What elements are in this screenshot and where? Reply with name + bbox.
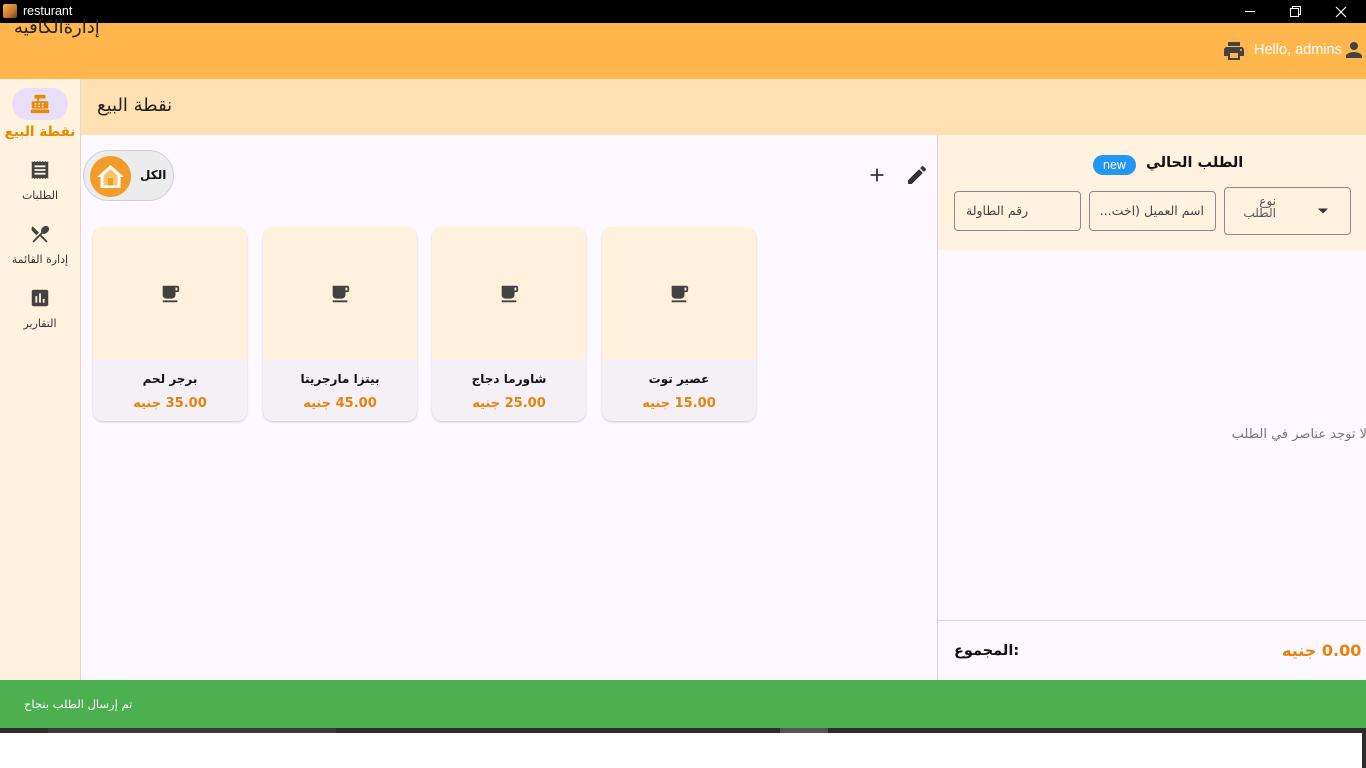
navigation-rail: نقطة البيع الطلبات إدارة القائمة التقاري… — [0, 79, 81, 680]
product-price: 15.00 جنيه — [642, 396, 716, 411]
taskbar-segment — [48, 728, 336, 733]
table-number-field[interactable]: رقم الطاولة — [954, 191, 1081, 231]
add-icon[interactable] — [866, 164, 888, 186]
coffee-cup-icon — [332, 285, 350, 303]
taskbar-segment — [828, 728, 1362, 733]
close-icon[interactable] — [1318, 0, 1364, 23]
app-logo-icon — [3, 4, 17, 18]
table-number-placeholder: رقم الطاولة — [966, 203, 1029, 218]
sidebar-item-label: الطلبات — [21, 189, 59, 202]
restore-icon[interactable] — [1272, 0, 1318, 23]
product-image — [432, 227, 586, 359]
category-label: الكل — [140, 168, 167, 182]
coffee-cup-icon — [671, 285, 689, 303]
taskbar-strip — [0, 728, 1366, 768]
product-name: برجر لحم — [142, 372, 198, 386]
product-name: شاورما دجاج — [471, 372, 547, 386]
user-greeting: Hello, admins — [1254, 42, 1342, 58]
home-icon — [97, 165, 124, 188]
order-header: الطلب الحالي new نوع الطلب ...اسم العميل… — [938, 135, 1366, 250]
minimize-icon[interactable] — [1227, 0, 1273, 23]
reports-icon — [31, 289, 49, 307]
empty-order-message: لا توجد عناصر في الطلب — [1231, 427, 1366, 442]
taskbar-segment — [0, 728, 48, 733]
products-area: الكل عصير توت 15.00 جنيه شاورما دجاج 25.… — [81, 135, 938, 680]
sidebar-item-label: نقطة البيع — [4, 124, 76, 140]
product-card[interactable]: عصير توت 15.00 جنيه — [602, 227, 756, 421]
printer-icon[interactable] — [1222, 39, 1246, 63]
taskbar-segment — [780, 728, 828, 733]
category-avatar — [90, 156, 131, 197]
coffee-cup-icon — [501, 285, 519, 303]
coffee-cup-icon — [162, 285, 180, 303]
cash-register-icon — [30, 94, 50, 114]
order-title: الطلب الحالي — [1146, 155, 1244, 171]
product-name: بيتزا مارجريتا — [300, 372, 380, 386]
chevron-down-icon — [1318, 208, 1328, 214]
sidebar-item-label: إدارة القائمة — [11, 253, 69, 266]
snackbar-message: تم إرسال الطلب بنجاح — [24, 697, 133, 711]
edit-icon[interactable] — [905, 163, 929, 187]
customer-name-placeholder: ...اسم العميل (اخت — [1099, 203, 1204, 218]
order-total-bar: المجموع: 0.00 جنيه — [938, 620, 1366, 680]
product-card[interactable]: بيتزا مارجريتا 45.00 جنيه — [263, 227, 417, 421]
new-order-badge: new — [1093, 155, 1136, 175]
order-type-label: نوع الطلب — [1243, 194, 1276, 220]
restaurant-menu-icon — [31, 225, 50, 243]
page-title: نقطة البيع — [97, 95, 173, 116]
taskbar-segment — [1362, 728, 1366, 768]
snackbar: تم إرسال الطلب بنجاح — [0, 680, 1366, 728]
customer-name-field[interactable]: ...اسم العميل (اخت — [1089, 191, 1216, 231]
sidebar-item-menu-management[interactable]: إدارة القائمة — [0, 223, 80, 267]
sidebar-item-label: التقارير — [23, 317, 57, 330]
product-price: 45.00 جنيه — [303, 396, 377, 411]
category-chip-all[interactable]: الكل — [83, 150, 174, 201]
product-image — [602, 227, 756, 359]
app-title: إدارةالكافيه — [14, 17, 100, 38]
sidebar-item-orders[interactable]: الطلبات — [0, 159, 80, 203]
order-type-select[interactable]: نوع الطلب — [1224, 187, 1351, 235]
taskbar-segment — [336, 728, 780, 733]
page-header: نقطة البيع — [81, 79, 1366, 135]
app-header — [0, 23, 1366, 79]
person-icon[interactable] — [1342, 38, 1366, 62]
window-title-bar: resturant — [0, 0, 1366, 23]
sidebar-item-reports[interactable]: التقارير — [0, 287, 80, 331]
product-price: 25.00 جنيه — [472, 396, 546, 411]
product-card[interactable]: شاورما دجاج 25.00 جنيه — [432, 227, 586, 421]
product-name: عصير توت — [648, 372, 710, 386]
total-value: 0.00 جنيه — [1282, 641, 1362, 660]
product-price: 35.00 جنيه — [133, 396, 207, 411]
receipt-icon — [31, 160, 49, 180]
sidebar-item-pos[interactable]: نقطة البيع — [0, 88, 80, 144]
total-label: المجموع: — [954, 643, 1020, 659]
product-image — [263, 227, 417, 359]
current-order-panel: الطلب الحالي new نوع الطلب ...اسم العميل… — [937, 135, 1366, 680]
window-title: resturant — [23, 4, 73, 18]
product-image — [93, 227, 247, 359]
product-card[interactable]: برجر لحم 35.00 جنيه — [93, 227, 247, 421]
